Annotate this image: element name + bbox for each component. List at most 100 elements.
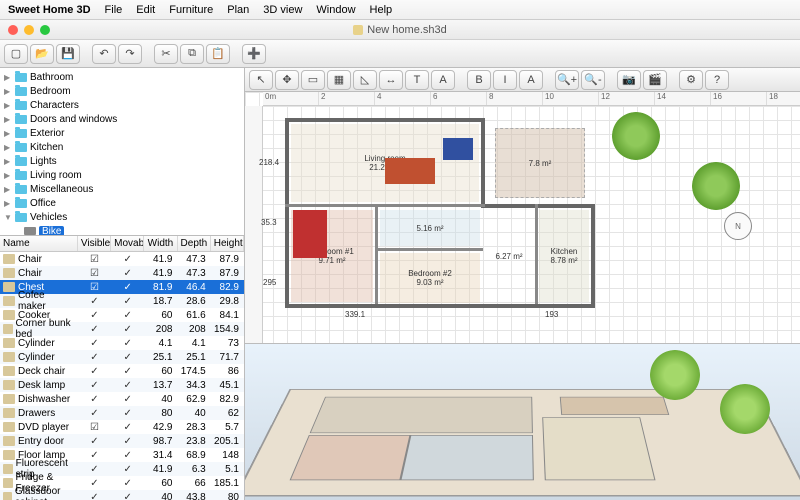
movable-checkbox[interactable]: ✓ bbox=[123, 268, 131, 279]
furniture-table[interactable]: Name Visible Movable Width Depth Height … bbox=[0, 236, 244, 500]
cut-icon[interactable]: ✂ bbox=[154, 44, 178, 64]
table-row[interactable]: DVD player ☑ ✓ 42.9 28.3 5.7 bbox=[0, 420, 244, 434]
table-row[interactable]: Cylinder ✓ ✓ 4.1 4.1 73 bbox=[0, 336, 244, 350]
help-icon[interactable]: ? bbox=[705, 70, 729, 90]
select-tool-icon[interactable]: ↖ bbox=[249, 70, 273, 90]
tree-category[interactable]: ▼Vehicles bbox=[0, 210, 244, 224]
movable-checkbox[interactable]: ✓ bbox=[123, 282, 131, 293]
visible-checkbox[interactable]: ✓ bbox=[90, 324, 98, 335]
visible-checkbox[interactable]: ✓ bbox=[90, 296, 98, 307]
menu-help[interactable]: Help bbox=[370, 4, 393, 16]
table-row[interactable]: Chair ☑ ✓ 41.9 47.3 87.9 bbox=[0, 252, 244, 266]
video-icon[interactable]: 🎬 bbox=[643, 70, 667, 90]
visible-checkbox[interactable]: ✓ bbox=[90, 478, 98, 489]
movable-checkbox[interactable]: ✓ bbox=[123, 394, 131, 405]
copy-icon[interactable]: ⧉ bbox=[180, 44, 204, 64]
visible-checkbox[interactable]: ☑ bbox=[90, 282, 99, 293]
catalog-tree[interactable]: ▶Bathroom▶Bedroom▶Characters▶Doors and w… bbox=[0, 68, 244, 236]
movable-checkbox[interactable]: ✓ bbox=[123, 366, 131, 377]
tree-category[interactable]: ▶Office bbox=[0, 196, 244, 210]
menu-furniture[interactable]: Furniture bbox=[169, 4, 213, 16]
disclosure-icon[interactable]: ▶ bbox=[4, 101, 12, 110]
movable-checkbox[interactable]: ✓ bbox=[123, 464, 131, 475]
table-row[interactable]: Drawers ✓ ✓ 80 40 62 bbox=[0, 406, 244, 420]
room-kitchen[interactable]: Kitchen 8.78 m² bbox=[539, 210, 589, 302]
disclosure-icon[interactable]: ▶ bbox=[4, 129, 12, 138]
visible-checkbox[interactable]: ✓ bbox=[90, 408, 98, 419]
visible-checkbox[interactable]: ✓ bbox=[90, 338, 98, 349]
movable-checkbox[interactable]: ✓ bbox=[123, 310, 131, 321]
menu-3dview[interactable]: 3D view bbox=[263, 4, 302, 16]
visible-checkbox[interactable]: ✓ bbox=[90, 436, 98, 447]
plan-view[interactable]: 0m24681012141618 N Living room bbox=[245, 92, 800, 344]
col-visible[interactable]: Visible bbox=[78, 236, 111, 251]
zoom-out-icon[interactable]: 🔍- bbox=[581, 70, 605, 90]
disclosure-icon[interactable]: ▶ bbox=[4, 157, 12, 166]
label-tool-icon[interactable]: A bbox=[431, 70, 455, 90]
room-bedroom2[interactable]: Bedroom #2 9.03 m² bbox=[380, 253, 480, 303]
table-row[interactable]: Chair ☑ ✓ 41.9 47.3 87.9 bbox=[0, 266, 244, 280]
zoom-icon[interactable] bbox=[40, 25, 50, 35]
tree-category[interactable]: ▶Lights bbox=[0, 154, 244, 168]
disclosure-icon[interactable]: ▶ bbox=[4, 87, 12, 96]
table-row[interactable]: Cylinder ✓ ✓ 25.1 25.1 71.7 bbox=[0, 350, 244, 364]
visible-checkbox[interactable]: ✓ bbox=[90, 394, 98, 405]
visible-checkbox[interactable]: ✓ bbox=[90, 492, 98, 500]
furniture-armchair[interactable] bbox=[443, 138, 473, 160]
visible-checkbox[interactable]: ☑ bbox=[90, 254, 99, 265]
redo-icon[interactable]: ↷ bbox=[118, 44, 142, 64]
table-row[interactable]: Cofee maker ✓ ✓ 18.7 28.6 29.8 bbox=[0, 294, 244, 308]
furniture-sofa[interactable] bbox=[385, 158, 435, 184]
tree-category[interactable]: ▶Living room bbox=[0, 168, 244, 182]
wall-tool-icon[interactable]: ▭ bbox=[301, 70, 325, 90]
movable-checkbox[interactable]: ✓ bbox=[123, 254, 131, 265]
movable-checkbox[interactable]: ✓ bbox=[123, 478, 131, 489]
movable-checkbox[interactable]: ✓ bbox=[123, 338, 131, 349]
room-bath[interactable]: 5.16 m² bbox=[380, 210, 480, 246]
disclosure-icon[interactable]: ▼ bbox=[4, 213, 12, 222]
visible-checkbox[interactable]: ☑ bbox=[90, 422, 99, 433]
tree-category[interactable]: ▶Exterior bbox=[0, 126, 244, 140]
window-controls[interactable] bbox=[8, 25, 50, 35]
table-row[interactable]: Dishwasher ✓ ✓ 40 62.9 82.9 bbox=[0, 392, 244, 406]
open-icon[interactable]: 📂 bbox=[30, 44, 54, 64]
text-tool-icon[interactable]: T bbox=[405, 70, 429, 90]
font-icon[interactable]: A bbox=[519, 70, 543, 90]
movable-checkbox[interactable]: ✓ bbox=[123, 450, 131, 461]
visible-checkbox[interactable]: ✓ bbox=[90, 352, 98, 363]
table-row[interactable]: Corner bunk bed ✓ ✓ 208 208 154.9 bbox=[0, 322, 244, 336]
menu-file[interactable]: File bbox=[105, 4, 123, 16]
add-furniture-icon[interactable]: ➕ bbox=[242, 44, 266, 64]
room-hall[interactable]: 6.27 m² bbox=[485, 210, 533, 302]
disclosure-icon[interactable]: ▶ bbox=[4, 143, 12, 152]
movable-checkbox[interactable]: ✓ bbox=[123, 492, 131, 500]
tree-item[interactable]: Bike bbox=[0, 224, 244, 236]
font-bold-icon[interactable]: B bbox=[467, 70, 491, 90]
table-row[interactable]: Desk lamp ✓ ✓ 13.7 34.3 45.1 bbox=[0, 378, 244, 392]
room-tool-icon[interactable]: ▦ bbox=[327, 70, 351, 90]
movable-checkbox[interactable]: ✓ bbox=[123, 380, 131, 391]
furniture-bed[interactable] bbox=[293, 210, 327, 258]
font-italic-icon[interactable]: I bbox=[493, 70, 517, 90]
paste-icon[interactable]: 📋 bbox=[206, 44, 230, 64]
movable-checkbox[interactable]: ✓ bbox=[123, 352, 131, 363]
movable-checkbox[interactable]: ✓ bbox=[123, 436, 131, 447]
tree-category[interactable]: ▶Kitchen bbox=[0, 140, 244, 154]
undo-icon[interactable]: ↶ bbox=[92, 44, 116, 64]
disclosure-icon[interactable]: ▶ bbox=[4, 171, 12, 180]
table-header[interactable]: Name Visible Movable Width Depth Height bbox=[0, 236, 244, 252]
visible-checkbox[interactable]: ✓ bbox=[90, 366, 98, 377]
col-height[interactable]: Height bbox=[211, 236, 244, 251]
pan-tool-icon[interactable]: ✥ bbox=[275, 70, 299, 90]
zoom-in-icon[interactable]: 🔍+ bbox=[555, 70, 579, 90]
disclosure-icon[interactable]: ▶ bbox=[4, 185, 12, 194]
prefs-icon[interactable]: ⚙ bbox=[679, 70, 703, 90]
tree-category[interactable]: ▶Miscellaneous bbox=[0, 182, 244, 196]
table-row[interactable]: Glassdoor cabinet ✓ ✓ 40 43.8 80 bbox=[0, 490, 244, 500]
col-depth[interactable]: Depth bbox=[178, 236, 211, 251]
col-width[interactable]: Width bbox=[144, 236, 177, 251]
visible-checkbox[interactable]: ✓ bbox=[90, 464, 98, 475]
new-icon[interactable]: ▢ bbox=[4, 44, 28, 64]
save-icon[interactable]: 💾 bbox=[56, 44, 80, 64]
3d-view[interactable] bbox=[245, 344, 800, 500]
